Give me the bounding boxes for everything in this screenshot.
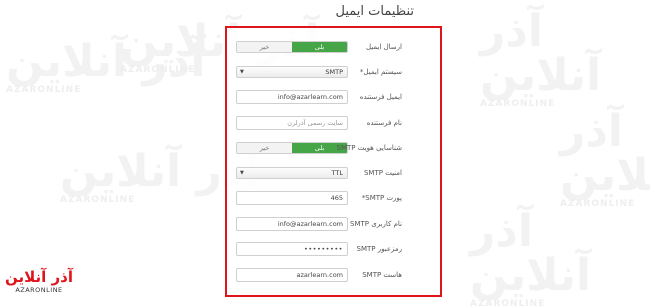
chevron-down-icon: ▼	[240, 170, 244, 176]
sender-name-input[interactable]: سایت رسمی آذرلرن	[236, 116, 348, 130]
smtp-username-input[interactable]: info@azarlearn.com	[236, 217, 348, 231]
smtp-security-label: امنیت SMTP	[363, 169, 402, 177]
email-system-label-text: سیستم ایمیل	[363, 68, 402, 76]
smtp-auth-toggle[interactable]: خیر بلی	[236, 142, 348, 154]
send-email-row: خیر بلی ارسال ایمیل	[227, 40, 440, 56]
brand-logo-text: آذر آنلاین	[5, 268, 73, 286]
smtp-username-label: نام کاربری SMTP	[350, 220, 402, 228]
brand-logo-sub: AZARONLINE	[15, 286, 63, 294]
email-system-row: ▼ SMTP سیستم ایمیل*	[227, 65, 440, 81]
email-settings-form: خیر بلی ارسال ایمیل ▼ SMTP سیستم ایمیل* …	[225, 26, 442, 297]
sender-email-row: info@azarlearn.com ایمیل فرستنده	[227, 90, 440, 106]
sender-email-input[interactable]: info@azarlearn.com	[236, 90, 348, 104]
smtp-auth-row: خیر بلی شناسایی هویت SMTP	[227, 141, 440, 157]
watermark-logo-sub: AZARONLINE	[560, 199, 636, 209]
smtp-username-row: info@azarlearn.com نام کاربری SMTP	[227, 217, 440, 233]
watermark-logo-text: آذر آنلاین	[560, 106, 650, 201]
email-system-value: SMTP	[325, 68, 343, 76]
smtp-auth-label: شناسایی هویت SMTP	[336, 144, 402, 152]
smtp-password-label: رمزعبور SMTP	[356, 245, 403, 253]
chevron-down-icon: ▼	[240, 69, 244, 75]
smtp-port-row: 465 پورت SMTP*	[227, 191, 440, 207]
smtp-security-row: ▼ TTL امنیت SMTP	[227, 166, 440, 182]
smtp-password-input[interactable]: •••••••••	[236, 242, 348, 256]
sender-name-row: سایت رسمی آذرلرن نام فرستنده	[227, 116, 440, 132]
smtp-port-label: پورت SMTP*	[360, 191, 402, 205]
watermark-logo: آذر آنلاینAZARONLINE	[470, 210, 650, 308]
smtp-port-input[interactable]: 465	[236, 191, 348, 205]
brand-logo: آذر آنلاین AZARONLINE	[4, 268, 74, 304]
smtp-host-row: azarlearn.com هاست SMTP	[227, 268, 440, 284]
watermark-logo: آذر آنلاینAZARONLINE	[480, 10, 650, 109]
send-email-label: ارسال ایمیل	[366, 43, 402, 51]
watermark-logo-text: آذر آنلاین	[480, 6, 602, 101]
send-email-no-option[interactable]: خیر	[237, 42, 292, 52]
watermark-logo: آذر آنلاینAZARONLINE	[560, 110, 650, 209]
watermark-logo-sub: AZARONLINE	[470, 299, 546, 308]
sender-name-label: نام فرستنده	[366, 119, 402, 127]
smtp-host-input[interactable]: azarlearn.com	[236, 268, 348, 282]
sender-email-label: ایمیل فرستنده	[359, 93, 402, 101]
email-system-select[interactable]: ▼ SMTP	[236, 66, 348, 78]
send-email-yes-option[interactable]: بلی	[292, 42, 347, 52]
email-system-label: سیستم ایمیل*	[358, 65, 402, 79]
smtp-port-label-text: پورت SMTP	[365, 194, 402, 202]
watermark-logo-sub: AZARONLINE	[6, 85, 82, 95]
smtp-host-label: هاست SMTP	[362, 271, 402, 279]
smtp-auth-no-option[interactable]: خیر	[237, 143, 292, 153]
watermark-logo-text: آذر آنلاین	[470, 206, 592, 301]
smtp-security-value: TTL	[331, 169, 343, 177]
send-email-toggle[interactable]: خیر بلی	[236, 41, 348, 53]
smtp-security-select[interactable]: ▼ TTL	[236, 167, 348, 179]
smtp-password-row: ••••••••• رمزعبور SMTP	[227, 242, 440, 258]
page-title: تنظیمات ایمیل	[335, 4, 415, 19]
